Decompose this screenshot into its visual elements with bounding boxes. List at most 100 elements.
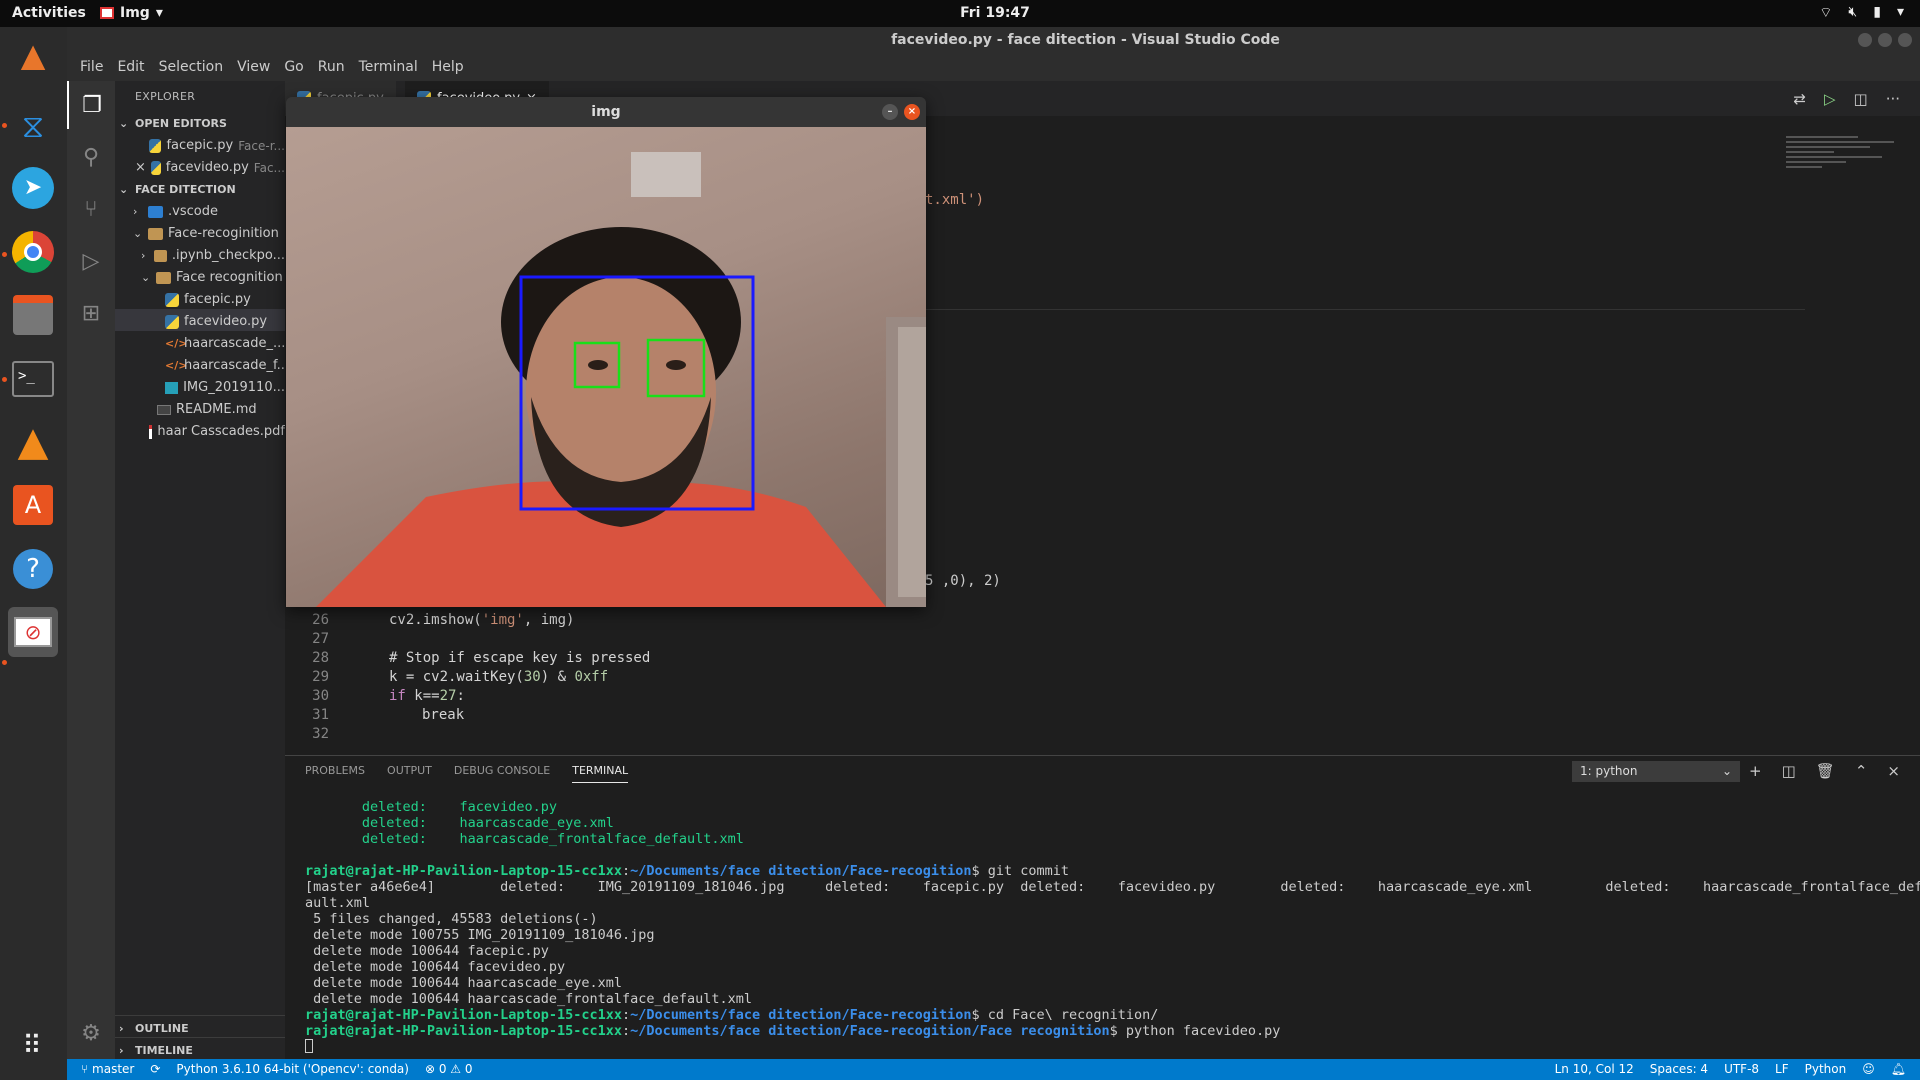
deleted-file: haarcascade_frontalface_default.xml (459, 831, 744, 847)
tree-item-ipynb-checkpoints[interactable]: › .ipynb_checkpo... (115, 243, 285, 265)
img-window-launcher[interactable]: ⊘ (8, 607, 58, 657)
code-line: 27 (285, 631, 1785, 650)
pdf-file-icon (149, 424, 153, 439)
telegram-launcher[interactable]: ➤ (8, 163, 58, 213)
indentation[interactable]: Spaces: 4 (1650, 1062, 1708, 1076)
menu-go[interactable]: Go (277, 53, 310, 81)
file-name: facepic.py (166, 138, 234, 153)
vlc-launcher[interactable]: ▲ (8, 417, 58, 467)
menu-terminal[interactable]: Terminal (352, 53, 425, 81)
tab-output[interactable]: OUTPUT (387, 764, 432, 783)
system-tray[interactable]: ⌔ 🔇︎ ▮ ▾ (1819, 4, 1904, 22)
menu-help[interactable]: Help (425, 53, 471, 81)
tree-item-vscode[interactable]: › .vscode (115, 199, 285, 221)
clock[interactable]: Fri 19:47 (0, 5, 1920, 21)
minimize-button[interactable] (1858, 33, 1872, 47)
branch-indicator[interactable]: ⑂ master (81, 1062, 134, 1076)
python-file-icon (165, 292, 179, 307)
software-launcher[interactable]: A (8, 480, 58, 530)
vscode-launcher[interactable]: ⧖ (8, 101, 58, 151)
gear-icon[interactable]: ⚙ (67, 1009, 115, 1057)
menu-view[interactable]: View (230, 53, 277, 81)
problems-indicator[interactable]: ⊗ 0 ⚠ 0 (425, 1062, 473, 1076)
tree-item-facepic[interactable]: facepic.py (115, 287, 285, 309)
terminal-launcher[interactable]: >_ (8, 354, 58, 404)
tree-item-haarcascade-frontalface[interactable]: </> haarcascade_f... (115, 353, 285, 375)
split-editor-icon[interactable]: ◫ (1854, 90, 1868, 108)
menu-run[interactable]: Run (311, 53, 352, 81)
opencv-window[interactable]: img – × (286, 97, 926, 607)
show-applications-button[interactable]: ⠿ (8, 1021, 58, 1071)
folder-section[interactable]: ⌄ FACE DITECTION (115, 177, 285, 199)
terminal-line: [master a46e6e4] deleted: IMG_20191109_1… (305, 879, 1920, 895)
encoding[interactable]: UTF-8 (1724, 1062, 1759, 1076)
explorer-icon[interactable]: ❐ (67, 81, 115, 129)
tab-debug-console[interactable]: DEBUG CONSOLE (454, 764, 550, 783)
opencv-window-titlebar[interactable]: img – × (286, 97, 926, 127)
run-icon[interactable]: ▷ (1824, 90, 1836, 108)
tree-item-face-recognition[interactable]: ⌄ Face recognition (115, 265, 285, 287)
webcam-image (316, 152, 926, 607)
close-button[interactable] (1898, 33, 1912, 47)
chrome-launcher[interactable] (8, 227, 58, 277)
activity-bar: ❐ ⚲ ⑂ ▷ ⊞ ⚙ (67, 81, 115, 1059)
matlab-launcher[interactable]: ▲ (8, 30, 58, 80)
deleted-label: deleted: (361, 815, 427, 831)
files-launcher[interactable] (8, 290, 58, 340)
terminal-output[interactable]: deleted: facevideo.py deleted: haarcasca… (305, 799, 1920, 1055)
tree-item-face-recoginition[interactable]: ⌄ Face-recoginition (115, 221, 285, 243)
search-icon[interactable]: ⚲ (67, 133, 115, 181)
terminal-select[interactable]: 1: python ⌄ (1572, 761, 1740, 782)
source-control-icon[interactable]: ⑂ (67, 185, 115, 233)
maximize-button[interactable] (1878, 33, 1892, 47)
tree-item-img[interactable]: IMG_2019110... (115, 375, 285, 397)
add-terminal-icon[interactable]: + (1749, 762, 1762, 780)
window-title-bar[interactable]: facevideo.py - face ditection - Visual S… (67, 27, 1920, 53)
tab-problems[interactable]: PROBLEMS (305, 764, 365, 783)
more-actions-icon[interactable]: ··· (1886, 90, 1900, 108)
open-editor-facevideo[interactable]: × facevideo.py Fac... (115, 155, 285, 177)
maximize-panel-icon[interactable]: ⌃ (1855, 762, 1868, 780)
open-changes-icon[interactable]: ⇄ (1793, 90, 1806, 108)
extensions-icon[interactable]: ⊞ (67, 289, 115, 337)
terminal-line: delete mode 100644 facevideo.py (305, 959, 566, 975)
language-mode[interactable]: Python (1805, 1062, 1847, 1076)
timeline-section[interactable]: › TIMELINE (115, 1037, 285, 1059)
tree-item-readme[interactable]: README.md (115, 397, 285, 419)
outline-section[interactable]: › OUTLINE (115, 1015, 285, 1037)
minimize-button[interactable]: – (882, 104, 898, 120)
close-icon[interactable]: × (135, 160, 146, 175)
sync-icon[interactable]: ⟳ (150, 1062, 160, 1076)
tree-label: README.md (176, 402, 257, 417)
tree-label: Face-recoginition (168, 226, 279, 241)
file-name: facevideo.py (165, 160, 249, 175)
running-indicator (2, 377, 7, 382)
tree-item-facevideo[interactable]: facevideo.py (115, 309, 285, 331)
open-editor-facepic[interactable]: facepic.py Face-r... (115, 133, 285, 155)
tab-terminal[interactable]: TERMINAL (572, 764, 629, 783)
menu-selection[interactable]: Selection (152, 53, 231, 81)
help-launcher[interactable]: ? (8, 544, 58, 594)
deleted-label: deleted: (361, 799, 427, 815)
code-line: 32 (285, 726, 1785, 745)
cursor-position[interactable]: Ln 10, Col 12 (1555, 1062, 1634, 1076)
trash-icon[interactable]: 🗑︎ (1816, 762, 1835, 780)
chevron-down-icon: ⌄ (141, 271, 151, 284)
minimap[interactable] (1786, 136, 1906, 196)
no-entry-icon: ⊘ (14, 617, 52, 647)
close-panel-icon[interactable]: × (1887, 762, 1900, 780)
split-terminal-icon[interactable]: ◫ (1782, 762, 1796, 780)
deleted-file: facevideo.py (459, 799, 557, 815)
menu-edit[interactable]: Edit (110, 53, 151, 81)
feedback-icon[interactable]: ☺ (1862, 1062, 1875, 1076)
menu-file[interactable]: File (73, 53, 110, 81)
python-interpreter[interactable]: Python 3.6.10 64-bit ('Opencv': conda) (176, 1062, 409, 1076)
tree-item-haar-pdf[interactable]: haar Casscades.pdf (115, 419, 285, 441)
tree-item-haarcascade-eye[interactable]: </> haarcascade_... (115, 331, 285, 353)
open-editors-section[interactable]: ⌄ OPEN EDITORS (115, 111, 285, 133)
bell-icon[interactable]: 🔔︎ (1891, 1062, 1906, 1076)
run-debug-icon[interactable]: ▷ (67, 237, 115, 285)
end-of-line[interactable]: LF (1775, 1062, 1789, 1076)
close-button[interactable]: × (904, 104, 920, 120)
divider (925, 309, 1805, 310)
